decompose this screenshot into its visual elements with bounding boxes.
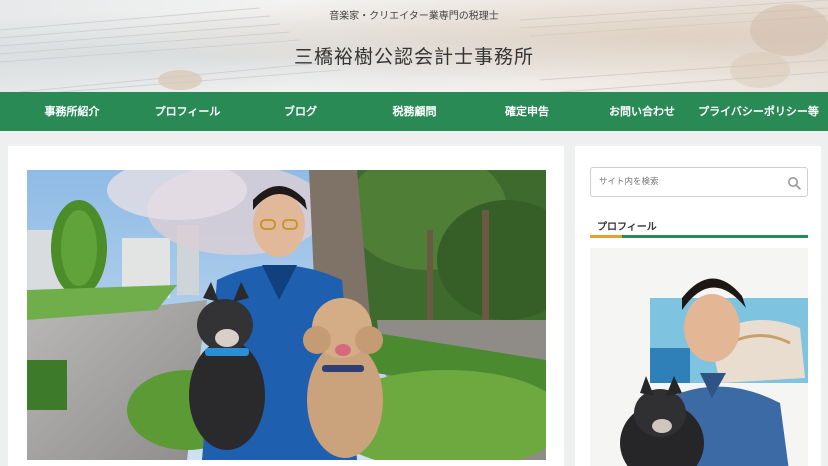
site-title[interactable]: 三橋裕樹公認会計士事務所	[0, 42, 828, 69]
site-header: 音楽家・クリエイター業専門の税理士 三橋裕樹公認会計士事務所	[0, 0, 828, 92]
widget-title-underline	[590, 235, 808, 238]
profile-widget-title: プロフィール	[597, 222, 657, 233]
hero-photo	[27, 170, 546, 460]
nav-item-blog[interactable]: ブログ	[231, 92, 370, 131]
nav-item-privacy-policy[interactable]: プライバシーポリシー等	[689, 92, 828, 131]
search-input[interactable]	[591, 168, 781, 196]
search-icon[interactable]	[787, 176, 801, 190]
nav-item-tax-advisory[interactable]: 税務顧問	[370, 92, 459, 131]
nav-item-office[interactable]: 事務所紹介	[0, 92, 144, 131]
site-tagline: 音楽家・クリエイター業専門の税理士	[329, 11, 499, 22]
main-navigation: 事務所紹介 プロフィール ブログ 税務顧問 確定申告 お問い合わせ プライバシー…	[0, 92, 828, 131]
nav-item-profile[interactable]: プロフィール	[144, 92, 231, 131]
hero-photo-illustration	[27, 170, 546, 460]
sidebar: プロフィール	[575, 146, 821, 466]
underline-accent	[590, 235, 622, 238]
nav-item-tax-return[interactable]: 確定申告	[459, 92, 595, 131]
nav-item-contact[interactable]: お問い合わせ	[595, 92, 689, 131]
main-content-card	[8, 146, 564, 466]
search-box	[590, 167, 808, 197]
profile-photo-illustration	[590, 248, 808, 466]
profile-photo	[590, 248, 808, 466]
